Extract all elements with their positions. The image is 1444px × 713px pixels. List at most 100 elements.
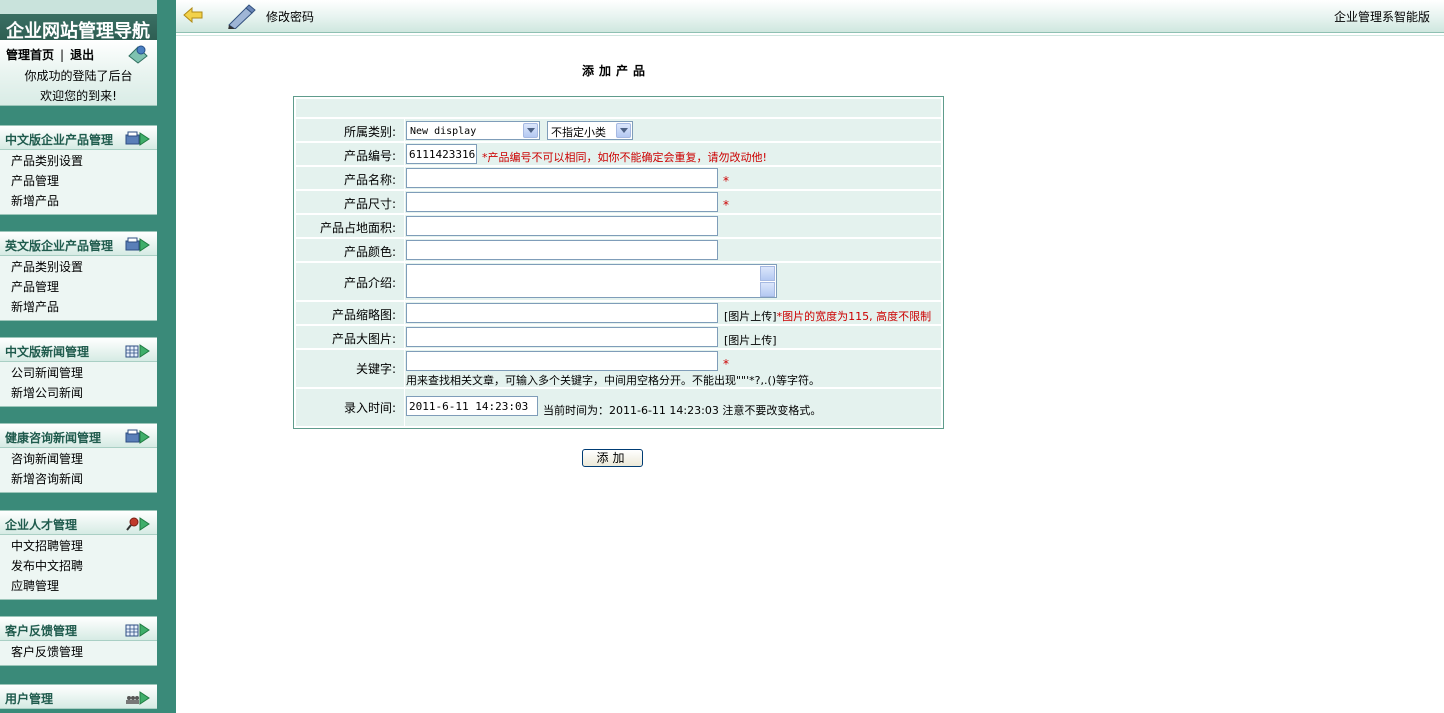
thumb-cell: [图片上传]*图片的宽度为115, 高度不限制 bbox=[404, 302, 941, 324]
product-size-input[interactable] bbox=[406, 192, 718, 212]
menu-item-feedback-manage[interactable]: 客户反馈管理 bbox=[0, 642, 157, 662]
product-code-input[interactable]: 6111423316 bbox=[406, 144, 477, 164]
thumb-upload-link[interactable]: [图片上传]*图片的宽度为115, 高度不限制 bbox=[724, 308, 931, 324]
scroll-down-icon[interactable] bbox=[760, 282, 775, 297]
size-cell: * bbox=[404, 191, 941, 213]
code-cell: 6111423316 *产品编号不可以相同，如你不能确定会重复，请勿改动他! bbox=[404, 143, 941, 165]
menu-header-users[interactable]: 用户管理 bbox=[0, 684, 157, 709]
time-row: 录入时间: 2011-6-11 14:23:03 当前时间为：2011-6-11… bbox=[296, 389, 941, 426]
menu-header-label: 用户管理 bbox=[5, 692, 54, 706]
menu-header-label: 健康咨询新闻管理 bbox=[5, 431, 102, 445]
time-note: 当前时间为：2011-6-11 14:23:03 注意不要改变格式。 bbox=[543, 404, 822, 417]
topbar-divider bbox=[176, 35, 1444, 36]
menu-section-users: 用户管理 bbox=[0, 684, 157, 709]
thumb-note: *图片的宽度为115, 高度不限制 bbox=[776, 310, 932, 323]
menu-header-cn-products[interactable]: 中文版企业产品管理 bbox=[0, 125, 157, 150]
size-row: 产品尺寸: * bbox=[296, 191, 941, 213]
product-color-input[interactable] bbox=[406, 240, 718, 260]
time-cell: 2011-6-11 14:23:03 当前时间为：2011-6-11 14:23… bbox=[404, 389, 941, 426]
menu-section-cn-news: 中文版新闻管理 公司新闻管理 新增公司新闻 bbox=[0, 337, 157, 407]
menu-item-en-product-category[interactable]: 产品类别设置 bbox=[0, 257, 157, 277]
menu-item-applications[interactable]: 应聘管理 bbox=[0, 576, 157, 596]
logout-link[interactable]: 退出 bbox=[70, 48, 94, 62]
category-select[interactable]: New display bbox=[406, 121, 540, 140]
menu-item-cn-product-category[interactable]: 产品类别设置 bbox=[0, 151, 157, 171]
product-area-input[interactable] bbox=[406, 216, 718, 236]
thumbnail-input[interactable] bbox=[406, 303, 718, 323]
bigimg-upload-link[interactable]: [图片上传] bbox=[724, 332, 777, 348]
menu-item-company-news-add[interactable]: 新增公司新闻 bbox=[0, 383, 157, 403]
menu-header-label: 英文版企业产品管理 bbox=[5, 239, 114, 253]
name-row: 产品名称: * bbox=[296, 167, 941, 189]
product-name-input[interactable] bbox=[406, 168, 718, 188]
code-row: 产品编号: 6111423316 *产品编号不可以相同，如你不能确定会重复，请勿… bbox=[296, 143, 941, 165]
printer-arrow-icon bbox=[125, 131, 150, 146]
sidebar: 企业网站管理导航 管理首页 | 退出 你成功的登陆了后台 欢迎您的到来! 中文版企业… bbox=[0, 0, 176, 713]
thumb-upload-label: [图片上传] bbox=[724, 310, 777, 323]
users-arrow-icon bbox=[126, 691, 150, 705]
big-image-input[interactable] bbox=[406, 327, 718, 347]
intro-cell bbox=[404, 263, 941, 300]
sidebar-title-bar: 企业网站管理导航 bbox=[0, 0, 157, 42]
printer-arrow-icon bbox=[125, 429, 150, 444]
menu-item-cn-recruit-add[interactable]: 发布中文招聘 bbox=[0, 556, 157, 576]
menu-item-en-product-manage[interactable]: 产品管理 bbox=[0, 277, 157, 297]
menu-header-feedback[interactable]: 客户反馈管理 bbox=[0, 616, 157, 641]
page-name: 修改密码 bbox=[266, 10, 315, 24]
form-header-row bbox=[296, 99, 941, 117]
keyword-input[interactable] bbox=[406, 351, 718, 371]
welcome-line-1: 你成功的登陆了后台 bbox=[24, 69, 133, 83]
menu-item-cn-product-manage[interactable]: 产品管理 bbox=[0, 171, 157, 191]
keyword-note: 用来查找相关文章，可输入多个关键字，中间用空格分开。不能出现""'*?,.()等… bbox=[406, 374, 821, 387]
menu-item-cn-product-add[interactable]: 新增产品 bbox=[0, 191, 157, 211]
menu-header-label: 客户反馈管理 bbox=[5, 624, 78, 638]
scroll-up-icon[interactable] bbox=[760, 266, 775, 281]
menu-header-talent[interactable]: 企业人才管理 bbox=[0, 510, 157, 535]
menu-header-health-news[interactable]: 健康咨询新闻管理 bbox=[0, 423, 157, 448]
required-mark: * bbox=[723, 357, 729, 371]
code-note: *产品编号不可以相同，如你不能确定会重复，请勿改动他! bbox=[482, 151, 767, 164]
edit-pen-icon bbox=[228, 4, 256, 29]
color-label: 产品颜色: bbox=[343, 245, 396, 259]
size-label: 产品尺寸: bbox=[343, 197, 396, 211]
menu-section-cn-products: 中文版企业产品管理 产品类别设置 产品管理 新增产品 bbox=[0, 125, 157, 215]
name-label: 产品名称: bbox=[343, 173, 396, 187]
menu-item-cn-recruit[interactable]: 中文招聘管理 bbox=[0, 536, 157, 556]
entry-time-input[interactable]: 2011-6-11 14:23:03 bbox=[406, 396, 538, 416]
menu-item-consult-news[interactable]: 咨询新闻管理 bbox=[0, 449, 157, 469]
menu-section-en-products: 英文版企业产品管理 产品类别设置 产品管理 新增产品 bbox=[0, 231, 157, 321]
bigimg-cell: [图片上传] bbox=[404, 326, 941, 348]
printer-arrow-icon bbox=[125, 237, 150, 252]
grid-arrow-icon bbox=[125, 344, 150, 358]
area-label: 产品占地面积: bbox=[319, 221, 396, 235]
bigimg-label: 产品大图片: bbox=[331, 332, 396, 346]
menu-section-feedback: 客户反馈管理 客户反馈管理 bbox=[0, 616, 157, 666]
home-separator: | bbox=[60, 48, 65, 62]
keyword-cell: * 用来查找相关文章，可输入多个关键字，中间用空格分开。不能出现""'*?,.(… bbox=[404, 350, 941, 387]
home-link[interactable]: 管理首页 bbox=[6, 48, 54, 62]
category-cell: New display 不指定小类 bbox=[404, 119, 941, 141]
thumb-row: 产品缩略图: [图片上传]*图片的宽度为115, 高度不限制 bbox=[296, 302, 941, 324]
required-mark: * bbox=[723, 198, 729, 212]
welcome-line-2: 欢迎您的到来! bbox=[40, 89, 117, 103]
subcategory-selected-value: 不指定小类 bbox=[551, 126, 606, 139]
menu-header-en-products[interactable]: 英文版企业产品管理 bbox=[0, 231, 157, 256]
category-selected-value: New display bbox=[410, 126, 477, 137]
category-row: 所属类别: New display 不指定小类 bbox=[296, 119, 941, 141]
home-tools-icon bbox=[128, 45, 148, 64]
color-row: 产品颜色: bbox=[296, 239, 941, 261]
menu-item-company-news[interactable]: 公司新闻管理 bbox=[0, 363, 157, 383]
menu-header-cn-news[interactable]: 中文版新闻管理 bbox=[0, 337, 157, 362]
color-cell bbox=[404, 239, 941, 261]
menu-item-en-product-add[interactable]: 新增产品 bbox=[0, 297, 157, 317]
top-bar: 修改密码 企业管理系智能版 bbox=[176, 0, 1444, 36]
add-button[interactable]: 添加 bbox=[582, 449, 643, 467]
product-intro-textarea[interactable] bbox=[406, 264, 777, 298]
menu-item-consult-news-add[interactable]: 新增咨询新闻 bbox=[0, 469, 157, 489]
back-arrow-icon[interactable] bbox=[182, 6, 204, 24]
intro-label: 产品介绍: bbox=[343, 276, 396, 290]
subcategory-select[interactable]: 不指定小类 bbox=[547, 121, 633, 140]
form-title: 添加产品 bbox=[582, 64, 651, 78]
name-cell: * bbox=[404, 167, 941, 189]
home-panel: 管理首页 | 退出 你成功的登陆了后台 欢迎您的到来! bbox=[0, 40, 157, 106]
